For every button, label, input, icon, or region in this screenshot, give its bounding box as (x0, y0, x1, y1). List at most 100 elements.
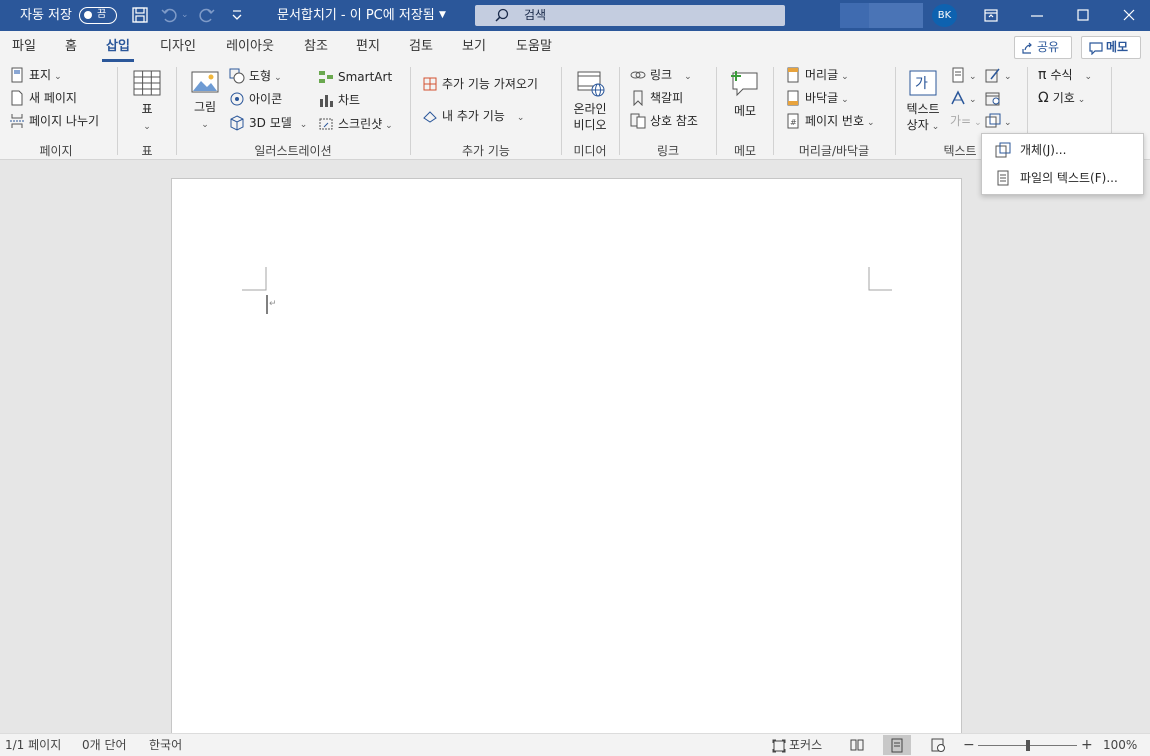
share-button[interactable]: 공유 (1014, 36, 1072, 59)
page-break-icon (10, 113, 24, 128)
account-name[interactable] (840, 3, 923, 28)
smartart-icon (319, 70, 333, 83)
search-icon (495, 8, 509, 22)
undo-dropdown-icon[interactable]: ⌄ (181, 0, 189, 31)
cross-reference-button[interactable]: 상호 참조 (630, 111, 698, 131)
group-label-addins: 추가 기능 (462, 144, 510, 158)
word-count[interactable]: 0개 단어 (82, 734, 127, 756)
new-page-button[interactable]: 새 페이지 (9, 88, 77, 108)
comments-label: 메모 (1106, 40, 1129, 54)
smartart-button[interactable]: SmartArt (318, 67, 392, 87)
maximize-button[interactable] (1060, 0, 1106, 31)
footer-icon (787, 90, 799, 105)
shapes-button[interactable]: 도형 ⌄ (229, 66, 282, 86)
minimize-button[interactable] (1014, 0, 1060, 31)
zoom-level[interactable]: 100% (1103, 734, 1137, 756)
close-button[interactable] (1106, 0, 1150, 31)
zoom-slider-thumb[interactable] (1025, 740, 1030, 751)
tab-insert[interactable]: 삽입 (102, 31, 134, 63)
group-label-header-footer: 머리글/바닥글 (798, 144, 870, 158)
document-title[interactable]: 문서합치기 - 이 PC에 저장됨 (277, 0, 435, 31)
table-icon (133, 70, 161, 96)
chart-button[interactable]: 차트 (318, 90, 360, 110)
online-video-icon (577, 71, 605, 97)
symbol-button[interactable]: Ω 기호 ⌄ (1038, 88, 1085, 108)
online-video-button[interactable]: 온라인 비디오 (568, 69, 612, 135)
equation-button[interactable]: π 수식 ⌄ (1038, 65, 1092, 85)
object-icon (995, 142, 1011, 158)
comments-button[interactable]: 메모 (1081, 36, 1141, 59)
undo-icon[interactable] (160, 6, 178, 24)
tab-help[interactable]: 도움말 (510, 31, 558, 63)
signature-line-button[interactable]: ⌄ (985, 65, 1012, 85)
web-layout-button[interactable] (924, 735, 952, 755)
new-comment-button[interactable]: 메모 (725, 69, 765, 129)
redo-icon[interactable] (198, 6, 216, 24)
avatar[interactable]: BK (932, 4, 957, 27)
pictures-button[interactable]: 그림 ⌄ (187, 69, 223, 135)
zoom-slider[interactable] (978, 740, 1077, 751)
tab-review[interactable]: 검토 (403, 31, 439, 63)
page-break-button[interactable]: 페이지 나누기 (9, 111, 99, 131)
zoom-in-button[interactable]: + (1081, 734, 1093, 756)
text-box-icon: 가 (909, 70, 937, 96)
icons-icon (230, 92, 244, 105)
autosave-label: 자동 저장 (20, 8, 72, 23)
read-mode-button[interactable] (843, 735, 871, 755)
tab-design[interactable]: 디자인 (155, 31, 201, 63)
pi-icon: π (1038, 67, 1047, 83)
title-chevron-icon[interactable]: ▼ (439, 0, 446, 31)
tab-references[interactable]: 참조 (298, 31, 334, 63)
group-label-comments: 메모 (733, 144, 757, 158)
customize-qat-icon[interactable] (228, 6, 246, 24)
wordart-button[interactable]: ⌄ (950, 88, 977, 108)
tab-view[interactable]: 보기 (456, 31, 492, 63)
menu-item-text-from-file[interactable]: 파일의 텍스트(F)... (982, 164, 1143, 192)
document-page[interactable]: ↵ (171, 178, 962, 738)
tab-layout[interactable]: 레이아웃 (220, 31, 280, 63)
my-addins-button[interactable]: 내 추가 기능 ⌄ (422, 106, 524, 126)
icons-button[interactable]: 아이콘 (229, 89, 282, 109)
language[interactable]: 한국어 (149, 734, 182, 756)
bookmark-button[interactable]: 책갈피 (630, 88, 683, 108)
cover-page-button[interactable]: 표지 ⌄ (9, 65, 62, 85)
print-layout-button[interactable] (883, 735, 911, 755)
screenshot-icon (319, 118, 333, 129)
group-label-media: 미디어 (573, 144, 607, 158)
3d-models-button[interactable]: 3D 모델 ⌄ (229, 113, 307, 133)
print-layout-icon (891, 738, 903, 753)
header-button[interactable]: 머리글 ⌄ (785, 65, 849, 85)
zoom-out-button[interactable]: − (963, 734, 975, 756)
search-box[interactable]: 검색 (475, 5, 785, 26)
page-margin-marks: ↵ (242, 267, 892, 314)
autosave-toggle[interactable]: 끔 (79, 7, 117, 24)
group-label-pages: 페이지 (39, 144, 73, 158)
ribbon-display-options-button[interactable] (968, 0, 1014, 31)
link-icon (630, 71, 646, 78)
screenshot-button[interactable]: 스크린샷 ⌄ (318, 114, 393, 134)
object-button[interactable]: ⌄ (985, 111, 1012, 131)
document-canvas: ↵ (0, 161, 1150, 738)
table-button[interactable]: 표 ⌄ (128, 69, 166, 133)
tab-home[interactable]: 홈 (56, 31, 86, 63)
date-time-button[interactable] (985, 88, 1005, 108)
status-bar: 1/1 페이지 0개 단어 한국어 포커스 − + 100% (0, 733, 1150, 756)
object-icon (985, 113, 1001, 127)
shapes-icon (229, 68, 245, 83)
text-box-button[interactable]: 가 텍스트 상자 ⌄ (903, 69, 943, 135)
footer-button[interactable]: 바닥글 ⌄ (785, 88, 849, 108)
share-label: 공유 (1037, 40, 1060, 54)
quick-parts-button[interactable]: ⌄ (950, 65, 977, 85)
tab-file[interactable]: 파일 (4, 31, 44, 63)
page-number-button[interactable]: # 페이지 번호 ⌄ (785, 111, 875, 131)
menu-item-object[interactable]: 개체(J)... (982, 136, 1143, 164)
page-count[interactable]: 1/1 페이지 (5, 734, 61, 756)
cross-reference-icon (630, 113, 646, 128)
save-icon[interactable] (131, 6, 149, 24)
ribbon-insert: 표지 ⌄ 새 페이지 페이지 나누기 페이지 표 ⌄ 표 그림 ⌄ 도형 ⌄ 아이콘… (0, 63, 1150, 196)
tab-mailings[interactable]: 편지 (350, 31, 386, 63)
web-layout-icon (931, 738, 945, 752)
focus-mode-button[interactable]: 포커스 (772, 734, 822, 756)
get-addins-button[interactable]: 추가 기능 가져오기 (422, 74, 538, 94)
link-button[interactable]: 링크 ⌄ (630, 65, 692, 85)
